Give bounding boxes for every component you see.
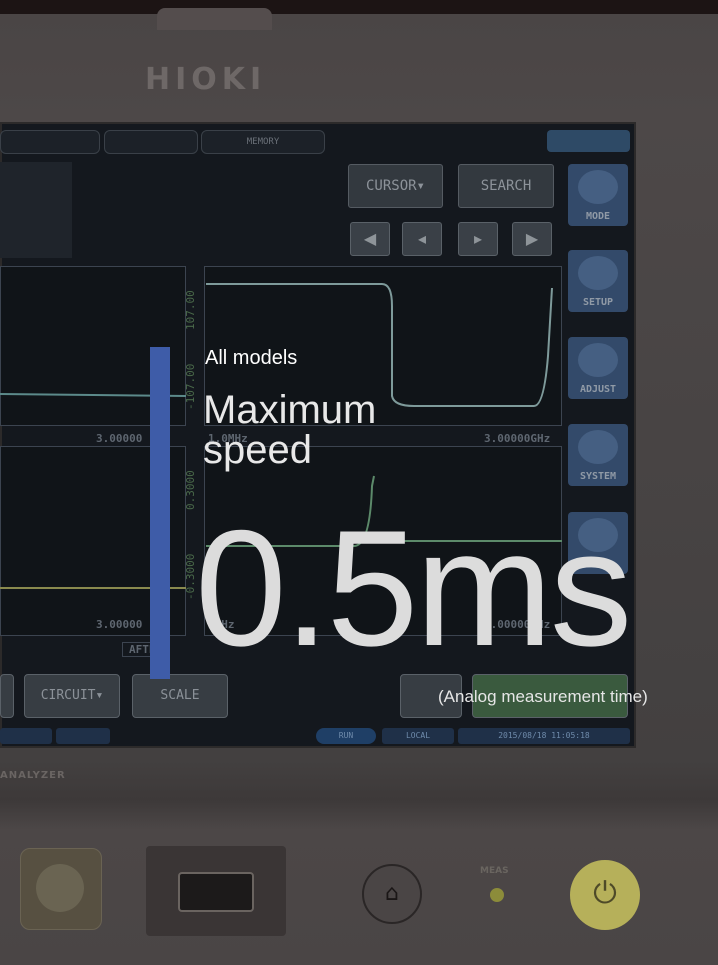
power-button[interactable]: ⏻: [570, 860, 640, 930]
search-button[interactable]: SEARCH: [458, 164, 554, 208]
bottom-button-left[interactable]: [0, 674, 14, 718]
side-menu-setup[interactable]: SETUP: [568, 250, 628, 312]
headline: Maximum speed: [203, 390, 376, 470]
connector-socket: [36, 864, 84, 912]
product-photo: HIOKI MEMORY CURSOR▾ SEARCH ◀ ◂ ▸ ▶ MODE…: [0, 0, 718, 965]
wrench-icon: [578, 256, 618, 290]
status-local: LOCAL: [382, 728, 454, 744]
target-icon: [578, 343, 618, 377]
meas-led: [490, 888, 504, 902]
status-run: RUN: [316, 728, 376, 744]
side-menu-label: SETUP: [582, 297, 614, 308]
power-icon: ⏻: [593, 876, 617, 911]
all-models-label: All models: [205, 347, 298, 369]
side-menu-adjust[interactable]: ADJUST: [568, 337, 628, 399]
home-button[interactable]: ⌂: [362, 864, 422, 924]
home-icon: ⌂: [385, 881, 399, 906]
axis-label-top-max: 107.00: [184, 290, 197, 330]
value-readout: 3.00000GHz: [484, 432, 551, 445]
side-menu-label: ADJUST: [579, 384, 617, 395]
accent-bar: [150, 347, 170, 679]
value-readout: 3.00000: [96, 432, 143, 445]
arrow-right-button[interactable]: ▸: [458, 222, 498, 256]
status-datetime: 2015/08/18 11:05:18: [458, 728, 630, 744]
arrow-left-button[interactable]: ◂: [402, 222, 442, 256]
screen-info-block: [0, 162, 72, 258]
cursor-button[interactable]: CURSOR▾: [348, 164, 443, 208]
side-menu-system[interactable]: SYSTEM: [568, 424, 628, 486]
scale-button[interactable]: SCALE: [132, 674, 228, 718]
value-readout: 3.00000: [96, 618, 143, 631]
arrow-left-fast-button[interactable]: ◀: [350, 222, 390, 256]
side-menu-label: MODE: [585, 211, 611, 222]
screen-tab-memory[interactable]: MEMORY: [201, 130, 325, 154]
brand-logo: HIOKI: [145, 62, 267, 97]
mode-icon: [578, 170, 618, 204]
side-menu-mode[interactable]: MODE: [568, 164, 628, 226]
axis-label-top-min: -107.00: [184, 363, 197, 410]
headline-line-1: Maximum: [203, 388, 377, 432]
status-cell: [56, 728, 110, 744]
side-menu-label: SYSTEM: [579, 471, 617, 482]
status-cell: [0, 728, 52, 744]
measurement-note: (Analog measurement time): [438, 687, 648, 706]
big-value: 0.5ms: [195, 496, 632, 680]
headline-line-2: speed: [203, 428, 312, 472]
device-handle: [157, 8, 272, 30]
model-label: ANALYZER: [0, 770, 66, 781]
screen-tab-1[interactable]: [0, 130, 100, 154]
meas-label: MEAS: [480, 866, 509, 876]
usb-port-icon: [178, 872, 254, 912]
screen-tab-2[interactable]: [104, 130, 198, 154]
arrow-right-fast-button[interactable]: ▶: [512, 222, 552, 256]
screen-tab-active[interactable]: [547, 130, 630, 152]
circuit-button[interactable]: CIRCUIT▾: [24, 674, 120, 718]
gear-icon: [578, 430, 618, 464]
